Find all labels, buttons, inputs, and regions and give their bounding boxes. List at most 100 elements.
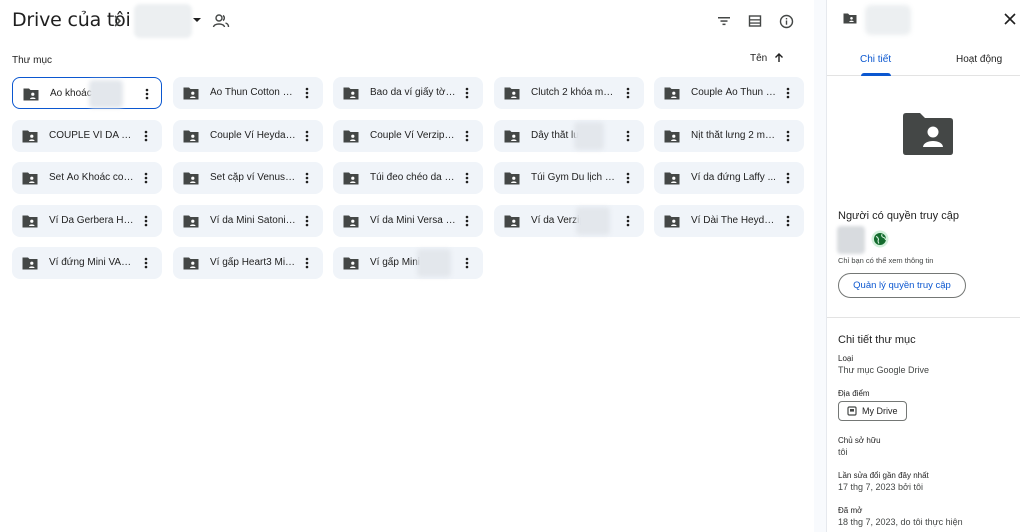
more-actions-button[interactable] (299, 170, 315, 186)
folder-item[interactable]: COUPLE VÍ DA VE... (12, 120, 162, 152)
folder-item[interactable]: Ví đứng Mini VAMI... (12, 247, 162, 279)
more-actions-button[interactable] (620, 170, 636, 186)
folder-item[interactable]: Ví da Verzip2 (494, 205, 644, 237)
more-vert-icon (786, 215, 790, 227)
shared-folder-icon (343, 172, 359, 185)
folder-item[interactable]: Couple Ví Verzip2 ... (333, 120, 483, 152)
tab-details[interactable]: Chi tiết (860, 54, 891, 65)
folder-item[interactable]: Túi Gym Du lịch Fi... (494, 162, 644, 194)
folder-item[interactable]: Set cặp ví Venus2... (173, 162, 323, 194)
more-actions-button[interactable] (139, 86, 155, 102)
folder-item[interactable]: Ví da Mini Versa H... (333, 205, 483, 237)
modified-value: 17 thg 7, 2023 bởi tôi (838, 482, 923, 492)
folder-name: Set cặp ví Venus2... (210, 172, 296, 183)
more-actions-button[interactable] (780, 213, 796, 229)
caret-down-icon[interactable] (190, 12, 204, 28)
folder-item[interactable]: Ví Dài The Heyday... (654, 205, 804, 237)
shared-folder-icon (23, 88, 39, 101)
panel-folder-name (865, 5, 911, 35)
folder-item[interactable]: Ví gấp Heart3 Min... (173, 247, 323, 279)
tab-activity[interactable]: Hoạt động (956, 54, 1002, 65)
close-icon[interactable] (1001, 10, 1019, 28)
more-actions-button[interactable] (620, 128, 636, 144)
more-actions-button[interactable] (459, 255, 475, 271)
more-actions-button[interactable] (780, 85, 796, 101)
more-vert-icon (305, 172, 309, 184)
folder-name: Ví đứng Mini VAMI... (49, 257, 135, 268)
more-actions-button[interactable] (620, 85, 636, 101)
folder-name: Ví da Mini Satoni ... (210, 215, 296, 226)
folder-item[interactable]: Ví gấp Mini (333, 247, 483, 279)
folder-item[interactable]: Áo Thun Cotton H... (173, 77, 323, 109)
folder-name: Nịt thắt lưng 2 mặ... (691, 130, 777, 141)
folder-name: Túi đeo chéo da b... (370, 172, 456, 183)
folder-item[interactable]: Bao da ví giấy tờ ... (333, 77, 483, 109)
folder-name: Ví Da Gerbera Ha... (49, 215, 135, 226)
location-chip[interactable]: My Drive (838, 401, 907, 421)
folder-name: Couple Ví Verzip2 ... (370, 130, 456, 141)
more-actions-button[interactable] (299, 128, 315, 144)
more-actions-button[interactable] (138, 128, 154, 144)
shared-folder-icon (22, 257, 38, 270)
owner-label: Chủ sở hữu (838, 436, 881, 445)
chevron-right-icon (114, 15, 122, 27)
redacted-area (89, 80, 123, 108)
folder-item[interactable]: Couple Áo Thun C... (654, 77, 804, 109)
globe-public-icon (871, 230, 889, 248)
current-folder-name[interactable] (134, 4, 192, 38)
shared-folder-large-icon (903, 113, 953, 155)
shared-folder-icon (183, 130, 199, 143)
sort-label: Tên (750, 52, 768, 64)
shared-folder-icon (22, 172, 38, 185)
more-actions-button[interactable] (138, 213, 154, 229)
more-actions-button[interactable] (459, 128, 475, 144)
shared-folder-icon (664, 130, 680, 143)
folder-name: Ví da Mini Versa H... (370, 215, 456, 226)
more-vert-icon (305, 257, 309, 269)
folder-item[interactable]: Túi đeo chéo da b... (333, 162, 483, 194)
more-actions-button[interactable] (299, 85, 315, 101)
shared-folder-icon (22, 130, 38, 143)
more-actions-button[interactable] (459, 85, 475, 101)
folder-item[interactable]: Couple Ví Heyday... (173, 120, 323, 152)
folder-name: COUPLE VÍ DA VE... (49, 130, 135, 141)
folder-item[interactable]: Clutch 2 khóa mã ... (494, 77, 644, 109)
list-view-icon (748, 15, 762, 27)
more-vert-icon (626, 172, 630, 184)
more-actions-button[interactable] (299, 213, 315, 229)
manage-access-button[interactable]: Quản lý quyền truy cập (838, 273, 966, 298)
more-actions-button[interactable] (780, 128, 796, 144)
more-actions-button[interactable] (299, 255, 315, 271)
avatar[interactable] (837, 226, 865, 254)
shared-folder-icon (504, 130, 520, 143)
details-info-button[interactable] (775, 10, 797, 32)
folder-name: Ví gấp Heart3 Min... (210, 257, 296, 268)
more-vert-icon (144, 215, 148, 227)
folder-item[interactable]: Ví da Mini Satoni ... (173, 205, 323, 237)
more-vert-icon (144, 130, 148, 142)
folder-item[interactable]: Set Áo Khoác cou... (12, 162, 162, 194)
filter-button[interactable] (713, 10, 735, 32)
panel-header (827, 0, 1020, 40)
more-vert-icon (786, 172, 790, 184)
more-actions-button[interactable] (138, 170, 154, 186)
more-actions-button[interactable] (459, 170, 475, 186)
shared-people-icon[interactable] (211, 11, 231, 31)
folder-item[interactable]: Nịt thắt lưng 2 mặ... (654, 120, 804, 152)
folder-item[interactable]: Áo khoác (12, 77, 162, 109)
more-actions-button[interactable] (780, 170, 796, 186)
redacted-area (574, 122, 604, 150)
more-actions-button[interactable] (620, 213, 636, 229)
sort-by-name-button[interactable]: Tên (750, 50, 785, 66)
list-view-button[interactable] (744, 10, 766, 32)
more-actions-button[interactable] (459, 213, 475, 229)
folder-item[interactable]: Ví Da Gerbera Ha... (12, 205, 162, 237)
folder-item[interactable]: Dây thắt lưng (494, 120, 644, 152)
shared-folder-icon (183, 215, 199, 228)
more-vert-icon (786, 87, 790, 99)
more-actions-button[interactable] (138, 255, 154, 271)
more-vert-icon (465, 257, 469, 269)
toolbar: Drive của tôi (0, 0, 814, 42)
folder-item[interactable]: Ví da đứng Laffy ... (654, 162, 804, 194)
active-tab-indicator (861, 73, 891, 76)
